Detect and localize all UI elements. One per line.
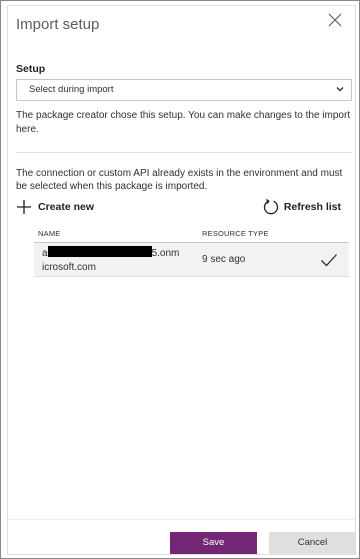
cancel-button[interactable]: Cancel (269, 532, 356, 554)
column-header-name[interactable]: NAME (38, 229, 60, 238)
chevron-down-icon (336, 87, 344, 92)
save-button[interactable]: Save (170, 532, 257, 554)
create-new-label: Create new (38, 201, 95, 213)
import-setup-panel: Import setup Setup Select during import … (7, 5, 356, 555)
refresh-list-label: Refresh list (283, 201, 341, 213)
column-header-resource-type[interactable]: RESOURCE TYPE (202, 229, 269, 238)
table-row[interactable]: a 5.onm icrosoft.com 9 sec ago (34, 243, 349, 277)
setup-note: The package creator chose this setup. Yo… (16, 110, 351, 135)
close-icon[interactable] (327, 12, 343, 28)
connection-name: a 5.onm icrosoft.com (42, 246, 184, 275)
connection-name-line2: icrosoft.com (42, 262, 96, 273)
connection-name-suffix: 5.onm (151, 248, 180, 259)
import-setup-window: Import setup Setup Select during import … (0, 0, 360, 559)
create-new-button[interactable]: Create new (16, 197, 94, 217)
connection-note: The connection or custom API already exi… (16, 168, 343, 192)
footer-divider (7, 519, 356, 520)
setup-label: Setup (16, 63, 46, 75)
refresh-list-button[interactable]: Refresh list (262, 197, 341, 217)
redaction-block (47, 246, 152, 257)
section-divider (16, 152, 352, 153)
refresh-icon (263, 198, 278, 215)
setup-select[interactable]: Select during import (16, 79, 352, 101)
panel-title: Import setup (16, 16, 100, 33)
setup-selected-value: Select during import (29, 84, 114, 95)
connection-resource-type: 9 sec ago (202, 254, 246, 265)
plus-icon (17, 200, 31, 214)
checkmark-icon (321, 254, 337, 267)
